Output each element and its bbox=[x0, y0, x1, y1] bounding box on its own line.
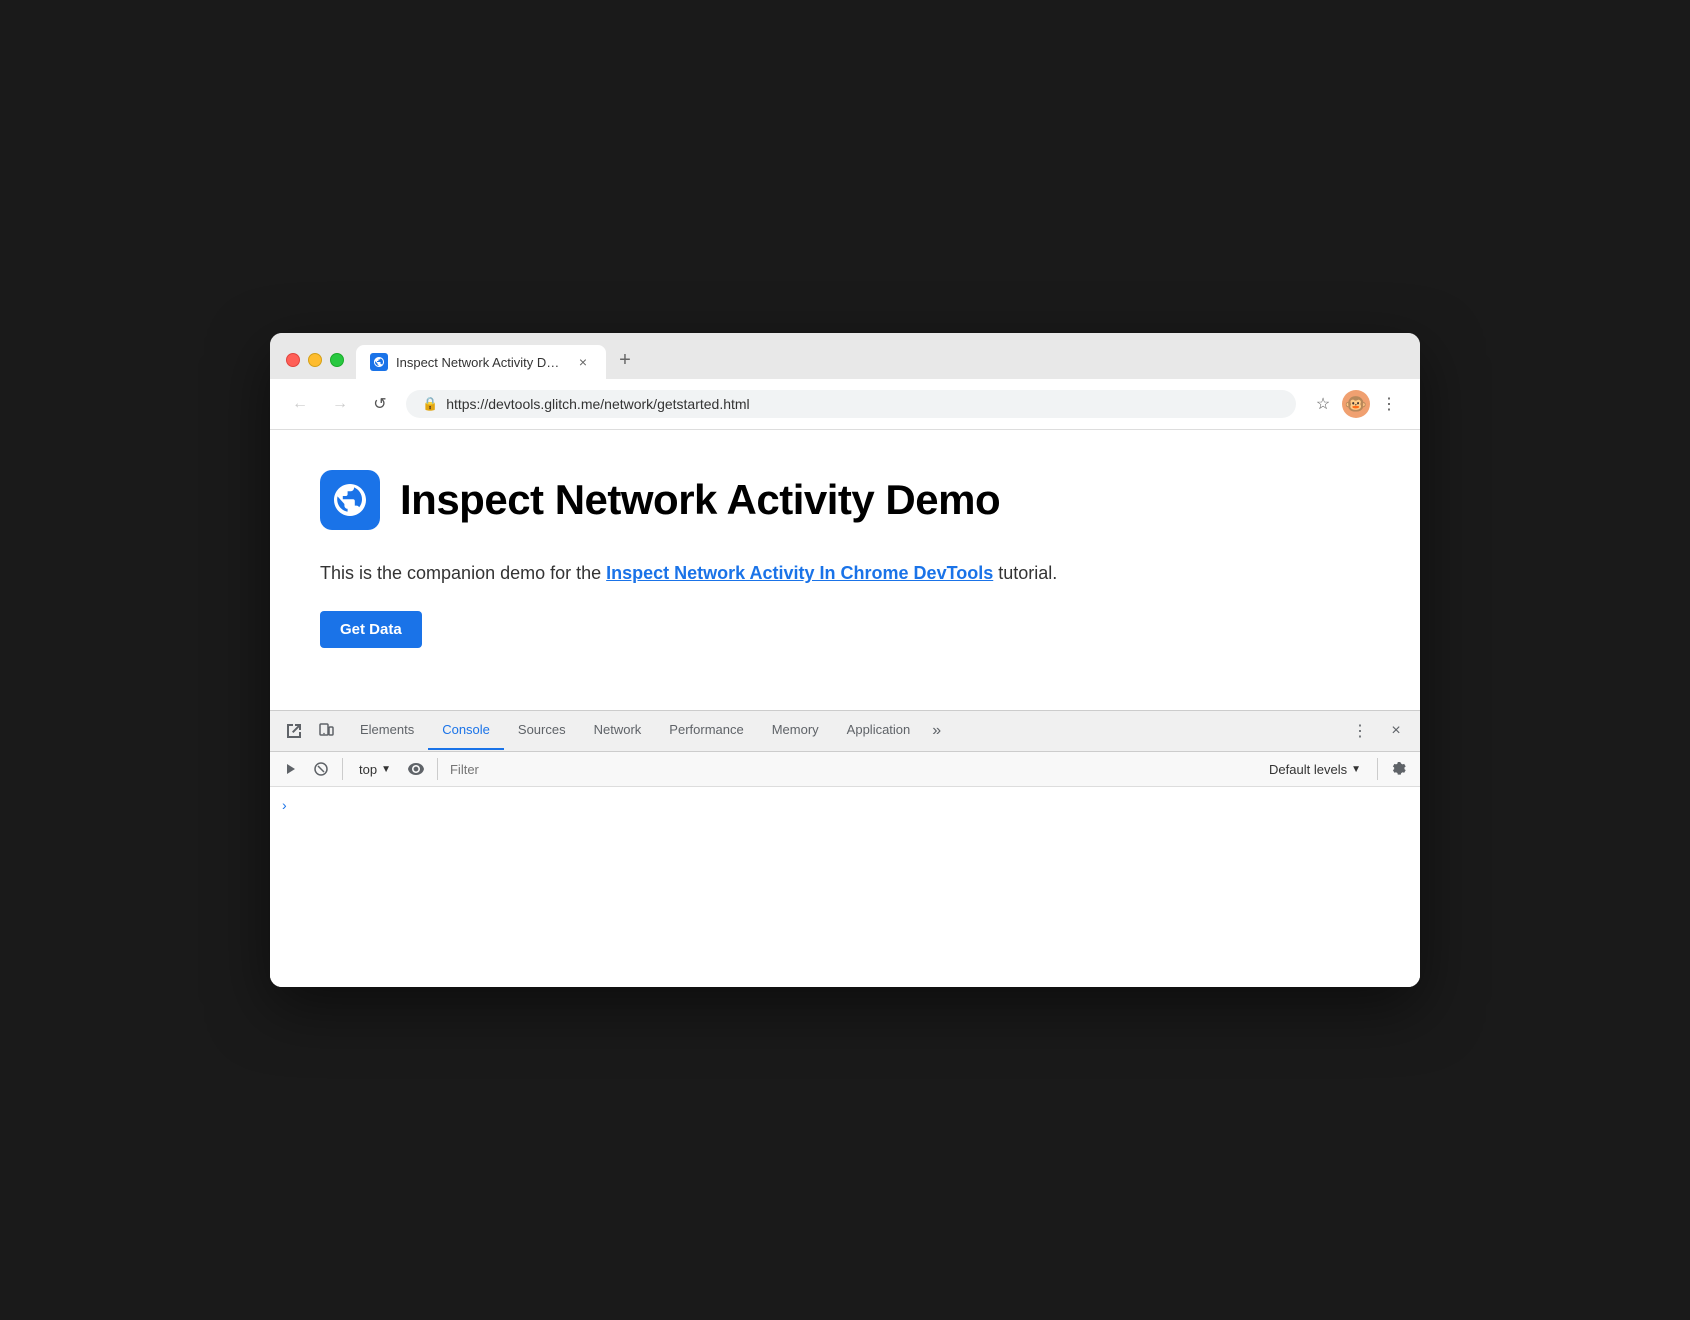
browser-tab-active[interactable]: Inspect Network Activity Demo × bbox=[356, 345, 606, 379]
browser-window: Inspect Network Activity Demo × + ← → ↺ … bbox=[270, 333, 1420, 987]
traffic-light-red[interactable] bbox=[286, 353, 300, 367]
tab-title: Inspect Network Activity Demo bbox=[396, 355, 566, 370]
devtools-inspect-btn[interactable] bbox=[278, 711, 310, 751]
page-description: This is the companion demo for the Inspe… bbox=[320, 560, 1370, 587]
devtools-tab-actions: ⋮ × bbox=[1344, 711, 1412, 751]
avatar[interactable]: 🐵 bbox=[1342, 390, 1370, 418]
reload-button[interactable]: ↺ bbox=[366, 390, 394, 418]
default-levels-label: Default levels bbox=[1269, 762, 1347, 777]
url-bar[interactable]: 🔒 https://devtools.glitch.me/network/get… bbox=[406, 390, 1296, 418]
context-dropdown-icon: ▼ bbox=[381, 764, 391, 775]
devtools-tab-console[interactable]: Console bbox=[428, 712, 504, 750]
page-header: Inspect Network Activity Demo bbox=[320, 470, 1370, 530]
get-data-button[interactable]: Get Data bbox=[320, 611, 422, 648]
new-tab-button[interactable]: + bbox=[610, 345, 640, 375]
devtools-tab-memory[interactable]: Memory bbox=[758, 712, 833, 750]
devtools-tab-elements[interactable]: Elements bbox=[346, 712, 428, 750]
console-separator-1 bbox=[342, 758, 343, 780]
devtools-tab-performance[interactable]: Performance bbox=[655, 712, 757, 750]
tabs-row: Inspect Network Activity Demo × + bbox=[356, 345, 1404, 379]
bookmark-button[interactable]: ☆ bbox=[1308, 389, 1338, 419]
url-text: https://devtools.glitch.me/network/getst… bbox=[446, 396, 749, 412]
traffic-light-yellow[interactable] bbox=[308, 353, 322, 367]
console-toolbar: top ▼ Default levels ▼ bbox=[270, 752, 1420, 787]
console-run-btn[interactable] bbox=[278, 756, 304, 782]
toolbar-right: ☆ 🐵 ⋮ bbox=[1308, 389, 1404, 419]
devtools-more-tabs[interactable]: » bbox=[924, 712, 949, 750]
devtools-menu-btn[interactable]: ⋮ bbox=[1344, 711, 1376, 751]
tab-close-btn[interactable]: × bbox=[574, 353, 592, 371]
description-prefix: This is the companion demo for the bbox=[320, 563, 606, 583]
title-bar: Inspect Network Activity Demo × + bbox=[270, 333, 1420, 379]
devtools-link[interactable]: Inspect Network Activity In Chrome DevTo… bbox=[606, 563, 993, 583]
devtools-tab-list: Elements Console Sources Network Perform… bbox=[342, 712, 1344, 750]
lock-icon: 🔒 bbox=[422, 396, 438, 412]
tab-favicon bbox=[370, 353, 388, 371]
eye-icon-btn[interactable] bbox=[403, 756, 429, 782]
devtools-tabs: Elements Console Sources Network Perform… bbox=[270, 711, 1420, 752]
devtools-tab-application[interactable]: Application bbox=[833, 712, 925, 750]
devtools-panel: Elements Console Sources Network Perform… bbox=[270, 710, 1420, 987]
page-title: Inspect Network Activity Demo bbox=[400, 476, 1000, 524]
console-separator-2 bbox=[437, 758, 438, 780]
url-path: /network/getstarted.html bbox=[600, 396, 749, 412]
devtools-tab-network[interactable]: Network bbox=[580, 712, 656, 750]
filter-input[interactable] bbox=[446, 760, 1257, 779]
console-clear-btn[interactable] bbox=[308, 756, 334, 782]
forward-button[interactable]: → bbox=[326, 390, 354, 418]
console-content: › bbox=[270, 787, 1420, 987]
address-bar: ← → ↺ 🔒 https://devtools.glitch.me/netwo… bbox=[270, 379, 1420, 430]
context-label: top bbox=[359, 762, 377, 777]
console-settings-btn[interactable] bbox=[1386, 756, 1412, 782]
console-separator-3 bbox=[1377, 758, 1378, 780]
devtools-close-btn[interactable]: × bbox=[1380, 711, 1412, 751]
page-logo bbox=[320, 470, 380, 530]
default-levels-selector[interactable]: Default levels ▼ bbox=[1261, 760, 1369, 779]
context-selector[interactable]: top ▼ bbox=[351, 760, 399, 779]
description-suffix: tutorial. bbox=[993, 563, 1057, 583]
page-content: Inspect Network Activity Demo This is th… bbox=[270, 430, 1420, 710]
back-button[interactable]: ← bbox=[286, 390, 314, 418]
default-levels-icon: ▼ bbox=[1351, 764, 1361, 775]
url-protocol: https://devtools.glitch.me bbox=[446, 396, 600, 412]
traffic-lights bbox=[286, 353, 344, 379]
console-chevron[interactable]: › bbox=[278, 795, 291, 815]
traffic-light-green[interactable] bbox=[330, 353, 344, 367]
devtools-device-btn[interactable] bbox=[310, 711, 342, 751]
devtools-tab-sources[interactable]: Sources bbox=[504, 712, 580, 750]
menu-button[interactable]: ⋮ bbox=[1374, 389, 1404, 419]
